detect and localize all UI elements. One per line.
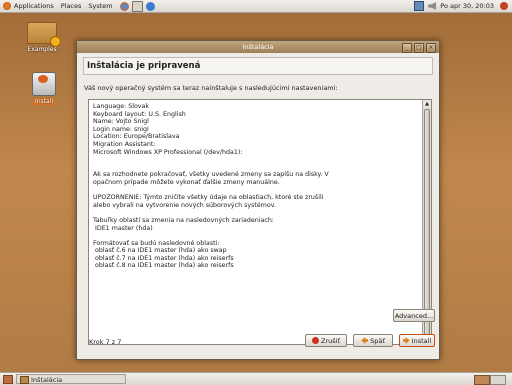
mail-icon[interactable] xyxy=(131,0,143,12)
cancel-icon xyxy=(312,337,319,344)
volume-icon[interactable] xyxy=(428,2,437,10)
scroll-thumb[interactable] xyxy=(424,109,430,335)
task-label: Inštalácia xyxy=(31,376,63,384)
installer-icon xyxy=(32,72,56,96)
show-desktop-icon[interactable] xyxy=(3,375,13,384)
back-arrow-icon xyxy=(361,337,369,344)
summary-text: Language: Slovak Keyboard layout: U.S. E… xyxy=(93,103,329,270)
top-panel: Applications Places System Po apr 30, 20… xyxy=(0,0,512,13)
lock-icon xyxy=(50,36,61,47)
scroll-up-icon[interactable]: ▲ xyxy=(423,100,431,108)
installer-task-icon xyxy=(20,376,29,384)
installer-window: Inštalácia _ □ × Inštalácia je pripraven… xyxy=(76,40,440,360)
help-icon[interactable] xyxy=(145,1,155,11)
desktop-icon-label: Examples xyxy=(27,46,57,53)
install-button[interactable]: Install xyxy=(399,334,435,347)
ubuntu-logo-icon[interactable] xyxy=(3,2,11,10)
step-indicator: Krok 7 z 7 xyxy=(89,338,122,346)
menu-applications[interactable]: Applications xyxy=(14,2,54,10)
bottom-panel: Inštalácia xyxy=(0,372,512,385)
cancel-label: Zrušiť xyxy=(321,337,340,345)
intro-text: Váš nový operačný systém sa teraz nainšt… xyxy=(84,84,338,92)
power-icon[interactable] xyxy=(500,2,508,10)
advanced-button[interactable]: Advanced... xyxy=(393,309,435,322)
maximize-button[interactable]: □ xyxy=(414,43,424,53)
cancel-button[interactable]: Zrušiť xyxy=(305,334,347,347)
back-label: Späť xyxy=(370,337,385,345)
network-icon[interactable] xyxy=(414,1,425,11)
firefox-icon[interactable] xyxy=(119,1,129,11)
summary-textview[interactable]: Language: Slovak Keyboard layout: U.S. E… xyxy=(88,99,432,345)
forward-arrow-icon xyxy=(402,337,410,344)
clock[interactable]: Po apr 30, 20:03 xyxy=(440,2,494,10)
desktop-icon-examples[interactable]: Examples xyxy=(22,22,62,53)
back-button[interactable]: Späť xyxy=(353,334,393,347)
minimize-button[interactable]: _ xyxy=(402,43,412,53)
desktop-icon-install[interactable]: Install xyxy=(24,72,64,105)
taskbar-item-installer[interactable]: Inštalácia xyxy=(16,374,126,384)
window-title: Inštalácia xyxy=(242,43,274,51)
close-button[interactable]: × xyxy=(426,43,436,53)
install-label: Install xyxy=(411,337,432,345)
folder-icon xyxy=(27,22,61,47)
page-title: Inštalácia je pripravená xyxy=(83,57,433,75)
menu-system[interactable]: System xyxy=(88,2,112,10)
desktop-icon-label: Install xyxy=(32,98,56,105)
window-titlebar[interactable]: Inštalácia _ □ × xyxy=(77,41,439,53)
summary-scrollbar[interactable]: ▲ ▼ xyxy=(422,100,431,344)
menu-places[interactable]: Places xyxy=(61,2,82,10)
